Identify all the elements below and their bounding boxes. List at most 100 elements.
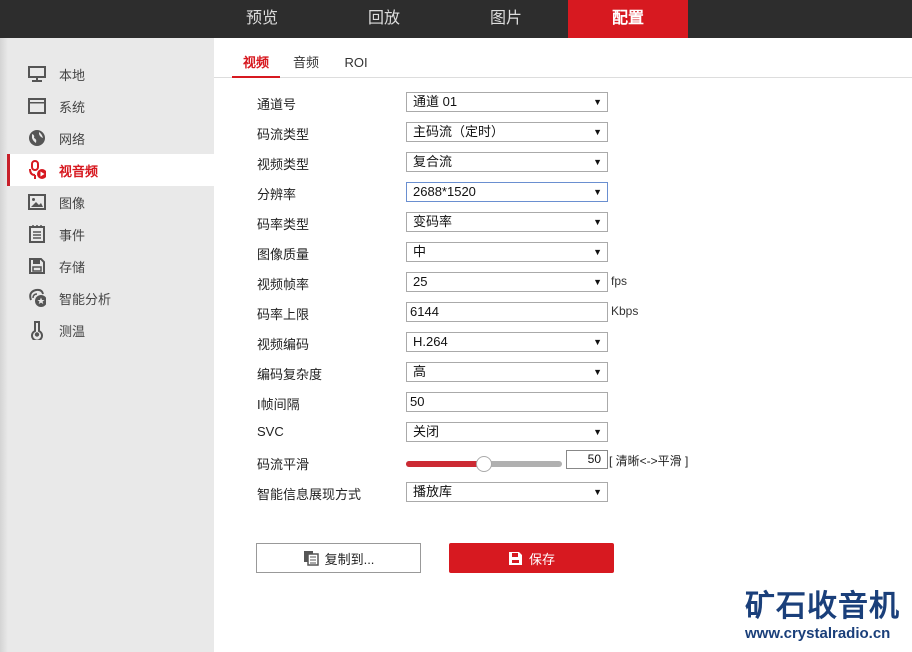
label: 编码复杂度 bbox=[257, 367, 323, 382]
label: 图像质量 bbox=[257, 247, 310, 262]
sidebar-item-label: 图像 bbox=[59, 195, 86, 211]
channel-select[interactable]: 通道 01 ▼ bbox=[406, 92, 608, 112]
bitrate-type-select[interactable]: 变码率 ▼ bbox=[406, 212, 608, 232]
max-bitrate-input[interactable]: 6144 bbox=[406, 302, 608, 322]
save-button[interactable]: 保存 bbox=[449, 543, 614, 573]
sidebar-item-temperature[interactable]: 测温 bbox=[7, 314, 214, 346]
sidebar-item-label: 事件 bbox=[59, 227, 86, 243]
sidebar-item-network[interactable]: 网络 bbox=[7, 122, 214, 154]
sidebar-item-label: 网络 bbox=[59, 131, 86, 147]
row-quality: 图像质量 中 ▼ bbox=[257, 242, 897, 262]
label: SVC bbox=[257, 424, 284, 439]
watermark-title: 矿石收音机 bbox=[745, 590, 900, 623]
tab-picture[interactable]: 图片 bbox=[446, 0, 566, 38]
unit: Kbps bbox=[611, 304, 639, 318]
row-bitrate-type: 码率类型 变码率 ▼ bbox=[257, 212, 897, 232]
sidebar-item-label: 本地 bbox=[59, 67, 86, 83]
row-i-frame: I帧间隔 50 bbox=[257, 392, 897, 412]
thermometer-icon bbox=[28, 321, 46, 340]
resolution-select[interactable]: 2688*1520 ▼ bbox=[406, 182, 608, 202]
monitor-icon bbox=[28, 65, 46, 83]
sidebar: 本地 系统 网络 视音频 图像 事件 存储 智能分析 测温 bbox=[0, 38, 214, 652]
row-svc: SVC 关闭 ▼ bbox=[257, 422, 897, 442]
label: 码流类型 bbox=[257, 127, 310, 142]
label: 视频类型 bbox=[257, 157, 310, 172]
copy-icon bbox=[303, 551, 319, 566]
mic-icon bbox=[28, 160, 46, 179]
label: 通道号 bbox=[257, 97, 297, 112]
watermark-url: www.crystalradio.cn bbox=[745, 625, 891, 642]
quality-select[interactable]: 中 ▼ bbox=[406, 242, 608, 262]
label: 码流平滑 bbox=[257, 457, 310, 472]
label: 码率类型 bbox=[257, 217, 310, 232]
dropdown-arrow-icon: ▼ bbox=[593, 97, 602, 107]
dropdown-arrow-icon: ▼ bbox=[593, 187, 602, 197]
dropdown-arrow-icon: ▼ bbox=[593, 247, 602, 257]
copy-to-button[interactable]: 复制到... bbox=[256, 543, 421, 573]
tab-configuration[interactable]: 配置 bbox=[568, 0, 688, 38]
subtab-audio[interactable]: 音频 bbox=[288, 50, 324, 78]
encoding-select[interactable]: H.264 ▼ bbox=[406, 332, 608, 352]
label: 视频帧率 bbox=[257, 277, 310, 292]
globe-icon bbox=[28, 129, 46, 147]
svc-select[interactable]: 关闭 ▼ bbox=[406, 422, 608, 442]
sidebar-item-image[interactable]: 图像 bbox=[7, 186, 214, 218]
sidebar-item-label: 智能分析 bbox=[59, 291, 112, 307]
row-smoothing: 码流平滑 50 [ 清晰<->平滑 ] bbox=[257, 450, 897, 472]
smart-info-select[interactable]: 播放库 ▼ bbox=[406, 482, 608, 502]
slider-fill bbox=[406, 461, 484, 467]
dropdown-arrow-icon: ▼ bbox=[593, 487, 602, 497]
dropdown-arrow-icon: ▼ bbox=[593, 367, 602, 377]
sidebar-item-label: 系统 bbox=[59, 99, 86, 115]
dropdown-arrow-icon: ▼ bbox=[593, 337, 602, 347]
watermark-logo: 矿石收音机 www.crystalradio.cn bbox=[745, 590, 905, 644]
row-encoding: 视频编码 H.264 ▼ bbox=[257, 332, 897, 352]
i-frame-input[interactable]: 50 bbox=[406, 392, 608, 412]
sidebar-item-local[interactable]: 本地 bbox=[7, 58, 214, 90]
smoothing-slider[interactable] bbox=[406, 456, 562, 472]
row-framerate: 视频帧率 25 ▼ fps bbox=[257, 272, 897, 292]
dropdown-arrow-icon: ▼ bbox=[593, 427, 602, 437]
image-icon bbox=[28, 193, 46, 211]
label: 码率上限 bbox=[257, 307, 310, 322]
tab-playback[interactable]: 回放 bbox=[324, 0, 444, 38]
row-channel: 通道号 通道 01 ▼ bbox=[257, 92, 897, 112]
label: 视频编码 bbox=[257, 337, 310, 352]
dropdown-arrow-icon: ▼ bbox=[593, 217, 602, 227]
subtab-video[interactable]: 视频 bbox=[232, 50, 280, 78]
tab-preview[interactable]: 预览 bbox=[202, 0, 322, 38]
row-resolution: 分辨率 2688*1520 ▼ bbox=[257, 182, 897, 202]
framerate-select[interactable]: 25 ▼ bbox=[406, 272, 608, 292]
sidebar-item-event[interactable]: 事件 bbox=[7, 218, 214, 250]
sidebar-item-label: 视音频 bbox=[59, 163, 99, 179]
sidebar-item-smart-analysis[interactable]: 智能分析 bbox=[7, 282, 214, 314]
slider-handle[interactable] bbox=[476, 456, 492, 472]
row-max-bitrate: 码率上限 6144 Kbps bbox=[257, 302, 897, 322]
complexity-select[interactable]: 高 ▼ bbox=[406, 362, 608, 382]
subtab-roi[interactable]: ROI bbox=[338, 50, 374, 78]
sidebar-item-storage[interactable]: 存储 bbox=[7, 250, 214, 282]
video-type-select[interactable]: 复合流 ▼ bbox=[406, 152, 608, 172]
label: 智能信息展现方式 bbox=[257, 487, 362, 502]
row-stream-type: 码流类型 主码流（定时） ▼ bbox=[257, 122, 897, 142]
label: 分辨率 bbox=[257, 187, 297, 202]
dropdown-arrow-icon: ▼ bbox=[593, 157, 602, 167]
sidebar-item-audio-video[interactable]: 视音频 bbox=[7, 154, 214, 186]
dropdown-arrow-icon: ▼ bbox=[593, 277, 602, 287]
smoothing-hint: [ 清晰<->平滑 ] bbox=[609, 454, 689, 468]
smoothing-value-input[interactable]: 50 bbox=[566, 450, 608, 469]
row-complexity: 编码复杂度 高 ▼ bbox=[257, 362, 897, 382]
stream-type-select[interactable]: 主码流（定时） ▼ bbox=[406, 122, 608, 142]
save-icon bbox=[508, 551, 522, 565]
row-smart-info: 智能信息展现方式 播放库 ▼ bbox=[257, 482, 897, 502]
sub-tabs: 视频 音频 ROI bbox=[214, 50, 912, 78]
unit: fps bbox=[611, 274, 628, 288]
floppy-icon bbox=[28, 257, 46, 275]
smart-analysis-icon bbox=[28, 288, 46, 307]
top-nav: 预览 回放 图片 配置 bbox=[0, 0, 912, 38]
sidebar-item-label: 存储 bbox=[59, 259, 86, 275]
calendar-icon bbox=[28, 225, 46, 243]
label: I帧间隔 bbox=[257, 397, 300, 412]
dropdown-arrow-icon: ▼ bbox=[593, 127, 602, 137]
sidebar-item-system[interactable]: 系统 bbox=[7, 90, 214, 122]
